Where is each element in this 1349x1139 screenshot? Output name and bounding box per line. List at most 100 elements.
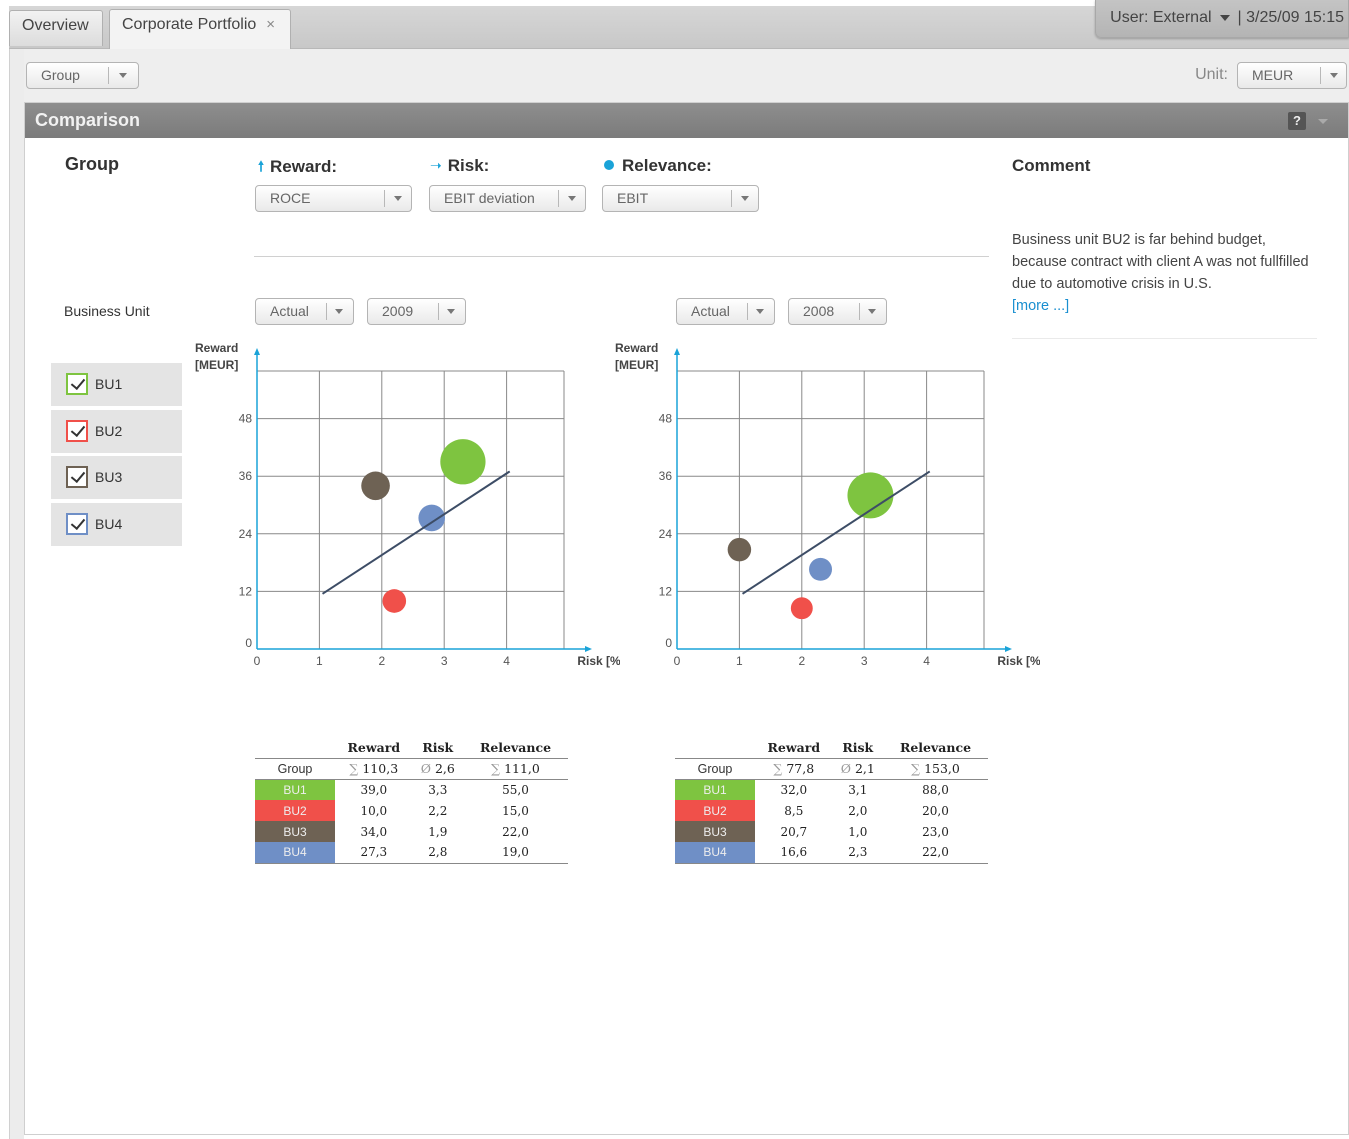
x-tick-label: 1 <box>736 654 743 668</box>
cell-name: BU3 <box>255 821 335 842</box>
sum-icon: ∑ <box>911 761 921 776</box>
reward-select[interactable]: ROCE <box>255 185 412 212</box>
bu-item-bu1[interactable]: BU1 <box>51 363 182 406</box>
comment-text: Business unit BU2 is far behind budget, … <box>1012 229 1312 317</box>
cell-relevance: 19,0 <box>463 842 568 864</box>
right-scenario-select[interactable]: Actual <box>676 298 775 325</box>
risk-select-value: EBIT deviation <box>444 190 535 206</box>
chevron-down-icon[interactable] <box>1219 14 1230 21</box>
chevron-down-icon[interactable] <box>741 196 749 201</box>
chevron-down-icon[interactable] <box>394 196 402 201</box>
cell-name: Group <box>255 757 335 780</box>
cell-name: BU3 <box>675 821 755 842</box>
bu-item-bu2[interactable]: BU2 <box>51 410 182 453</box>
chevron-down-icon[interactable] <box>568 196 576 201</box>
col-header-relevance: Relevance <box>479 740 552 756</box>
sum-icon: ∑ <box>773 761 783 776</box>
y-tick-label: 12 <box>239 584 253 598</box>
y-axis-label: Reward <box>195 341 238 355</box>
cell-name: Group <box>675 757 755 780</box>
bu-item-bu3[interactable]: BU3 <box>51 456 182 499</box>
unit-select-value: MEUR <box>1252 67 1294 83</box>
cell-reward: 27,3 <box>335 842 413 864</box>
checkbox-bu2[interactable] <box>66 420 88 442</box>
collapse-icon[interactable] <box>1318 119 1328 124</box>
table-header-row: Reward Risk Relevance <box>675 738 988 758</box>
tab-bar: Overview Corporate Portfolio × User: Exte… <box>9 0 1349 53</box>
cell-relevance: 22,0 <box>502 824 529 839</box>
bu-item-bu4[interactable]: BU4 <box>51 503 182 546</box>
group-select-value: Group <box>41 67 80 83</box>
group-select[interactable]: Group <box>26 62 139 89</box>
cell-value: 2,1 <box>854 761 875 776</box>
cell-reward: ∑ 77,8 <box>755 757 833 780</box>
x-axis-label: Risk [%] <box>997 654 1040 668</box>
average-icon: Ø <box>420 761 431 776</box>
trend-line <box>741 470 931 595</box>
table-row-group: Group ∑ 110,3 Ø 2,6 ∑ 111,0 <box>255 757 568 780</box>
user-menu[interactable]: User: External | 3/25/09 15:15 <box>1095 0 1349 38</box>
table-row: BU1 39,0 3,3 55,0 <box>255 779 568 800</box>
cell-name: BU1 <box>255 779 335 800</box>
panel-title: Comparison <box>35 110 141 130</box>
cell-name: BU4 <box>675 842 755 864</box>
cell-relevance: 88,0 <box>922 782 949 797</box>
chevron-down-icon[interactable] <box>335 309 343 314</box>
select-divider <box>747 303 748 320</box>
cell-risk: 2,0 <box>848 803 868 818</box>
chevron-down-icon[interactable] <box>447 309 455 314</box>
x-tick-label: 3 <box>441 654 448 668</box>
table-row: BU2 8,5 2,0 20,0 <box>675 800 988 821</box>
chevron-down-icon[interactable] <box>756 309 764 314</box>
chevron-down-icon[interactable] <box>1330 73 1338 78</box>
x-tick-label: 3 <box>861 654 868 668</box>
left-year-select[interactable]: 2009 <box>367 298 466 325</box>
help-icon[interactable]: ? <box>1288 112 1306 130</box>
y-axis-arrow <box>674 348 680 355</box>
cell-reward: 10,0 <box>360 803 388 818</box>
cell-reward: 8,5 <box>784 803 804 818</box>
table-row: BU3 34,0 1,9 22,0 <box>255 821 568 842</box>
y-tick-label: 0 <box>665 636 672 650</box>
cell-name: BU4 <box>255 842 335 864</box>
risk-select[interactable]: EBIT deviation <box>429 185 586 212</box>
more-link[interactable]: [more ...] <box>1012 298 1069 314</box>
select-divider <box>558 190 559 207</box>
dot-icon <box>604 160 614 170</box>
right-year-select[interactable]: 2008 <box>788 298 887 325</box>
unit-select[interactable]: MEUR <box>1237 62 1347 89</box>
cell-reward: ∑ 110,3 <box>335 757 413 780</box>
cell-relevance: 22,0 <box>883 842 988 864</box>
risk-label-text: Risk: <box>447 156 490 175</box>
checkbox-bu4[interactable] <box>66 513 88 535</box>
chevron-down-icon[interactable] <box>868 309 876 314</box>
checkbox-bu3[interactable] <box>66 466 88 488</box>
close-icon[interactable]: × <box>266 16 275 33</box>
col-header-reward: Reward <box>767 740 821 756</box>
trend-line <box>321 470 511 595</box>
cell-value: 111,0 <box>504 761 540 776</box>
comment-body: Business unit BU2 is far behind budget, … <box>1012 232 1309 292</box>
sum-icon: ∑ <box>349 761 359 776</box>
tab-overview[interactable]: Overview <box>9 10 103 46</box>
unit-label: Unit: <box>1195 66 1228 83</box>
relevance-select[interactable]: EBIT <box>602 185 759 212</box>
chevron-down-icon[interactable] <box>119 73 127 78</box>
cell-risk: 1,9 <box>428 824 448 839</box>
left-scenario-select[interactable]: Actual <box>255 298 354 325</box>
tab-overview-label: Overview <box>22 17 89 34</box>
datetime-label: | 3/25/09 15:15 <box>1237 9 1344 26</box>
left-year-value: 2009 <box>382 303 414 319</box>
reward-label: 🠕 Reward: <box>258 156 337 180</box>
checkbox-bu1[interactable] <box>66 373 88 395</box>
tab-corporate-portfolio[interactable]: Corporate Portfolio × <box>109 9 291 53</box>
bubble-chart-2008: 0 1 2 3 4012243648Reward[MEUR]Risk [%] <box>615 341 1040 668</box>
y-axis-unit: [MEUR] <box>615 358 658 372</box>
reward-select-value: ROCE <box>270 190 311 206</box>
bu-item-label: BU3 <box>95 469 123 485</box>
panel-header: Comparison ? <box>25 103 1348 138</box>
cell-relevance: 23,0 <box>922 824 949 839</box>
table-row: BU4 27,3 2,8 19,0 <box>255 842 568 864</box>
select-divider <box>438 303 439 320</box>
y-tick-label: 48 <box>239 412 253 426</box>
